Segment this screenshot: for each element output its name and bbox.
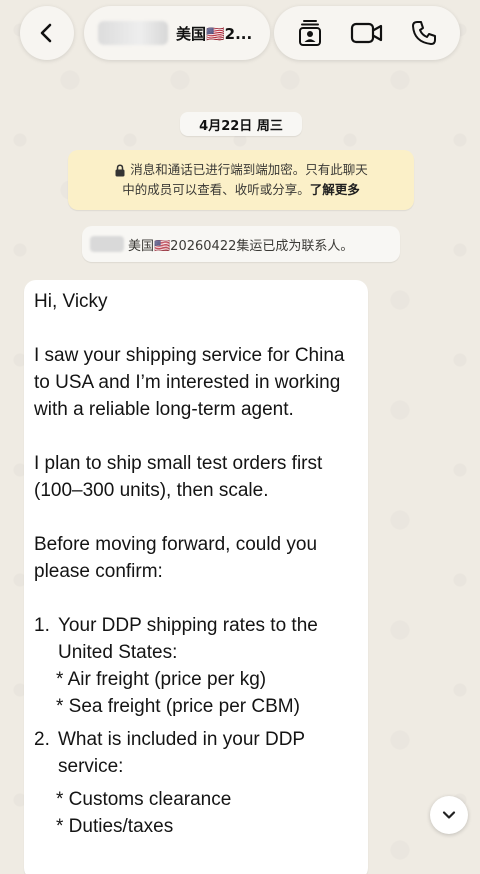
encryption-notice-line2: 中的成员可以查看、收听或分享。	[122, 182, 310, 197]
list-number: 2.	[34, 729, 50, 750]
list-item-text: What is included in your DDP service:	[58, 729, 305, 777]
contact-card-icon	[299, 20, 322, 46]
chat-title-pill[interactable]: 美国🇺🇸2...	[84, 6, 270, 60]
video-call-button[interactable]	[345, 11, 389, 55]
list-subitem: * Customs clearance	[56, 789, 232, 810]
list-subitem: * Sea freight (price per CBM)	[56, 696, 300, 717]
encryption-notice[interactable]: 消息和通话已进行端到端加密。只有此聊天 中的成员可以查看、收听或分享。了解更多	[68, 150, 414, 210]
encryption-notice-line1: 消息和通话已进行端到端加密。只有此聊天	[130, 162, 368, 177]
lock-icon	[115, 163, 125, 176]
date-separator: 4月22日 周三	[180, 112, 302, 136]
chevron-left-icon	[40, 23, 52, 43]
chevron-down-icon	[442, 811, 456, 819]
contact-card-button[interactable]	[288, 11, 332, 55]
phone-call-icon	[411, 21, 436, 45]
contact-added-text: 美国🇺🇸20260422集运已成为联系人。	[128, 238, 354, 254]
voice-call-button[interactable]	[402, 11, 446, 55]
contact-name-redacted	[90, 236, 124, 252]
message-paragraph: I plan to ship small test orders first (…	[34, 453, 323, 501]
contact-added-notice: 美国🇺🇸20260422集运已成为联系人。	[82, 226, 400, 262]
scroll-to-bottom-button[interactable]	[430, 796, 468, 834]
message-paragraph: Before moving forward, could you please …	[34, 534, 318, 582]
chat-header: 美国🇺🇸2...	[0, 0, 480, 68]
back-button[interactable]	[20, 6, 74, 60]
video-call-icon	[350, 22, 383, 44]
header-actions	[274, 6, 460, 60]
chat-title: 美国🇺🇸2...	[176, 24, 253, 43]
list-number: 1.	[34, 615, 50, 636]
list-item: 1. Your DDP shipping rates to the United…	[34, 612, 358, 666]
list-item: 2. What is included in your DDP service:	[34, 726, 358, 780]
list-subitem: * Duties/taxes	[56, 816, 174, 837]
message-greeting: Hi, Vicky	[34, 291, 108, 312]
list-item-text: Your DDP shipping rates to the United St…	[58, 615, 318, 663]
contact-avatar-redacted	[98, 21, 168, 45]
list-subitem: * Air freight (price per kg)	[56, 669, 267, 690]
learn-more-link[interactable]: 了解更多	[310, 182, 360, 197]
message-paragraph: I saw your shipping service for China to…	[34, 345, 345, 420]
incoming-message-bubble[interactable]: Hi, Vicky I saw your shipping service fo…	[24, 280, 368, 874]
